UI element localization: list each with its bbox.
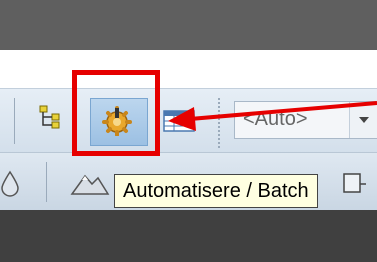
background-gap (0, 50, 377, 88)
toolbar-icon-partial[interactable] (340, 170, 368, 198)
annotation-arrow (168, 101, 377, 131)
background-bottom (0, 210, 377, 262)
toolbar-separator (14, 98, 15, 144)
tooltip: Automatisere / Batch (114, 174, 318, 208)
mountain-icon[interactable] (70, 168, 110, 198)
tree-hierarchy-icon[interactable] (38, 104, 68, 130)
toolbar-separator (46, 162, 47, 202)
drop-icon[interactable] (0, 168, 28, 198)
highlight-annotation-box (72, 70, 160, 156)
background-top (0, 0, 377, 50)
